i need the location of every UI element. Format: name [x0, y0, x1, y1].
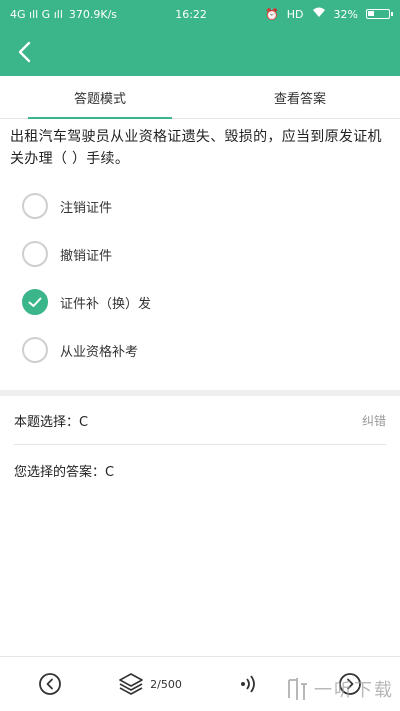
back-button[interactable]	[0, 28, 48, 76]
watermark-text: 一听下载	[314, 680, 394, 701]
report-error-link[interactable]: 纠错	[362, 412, 386, 429]
option-label: 撤销证件	[60, 248, 113, 264]
radio-unchecked-icon	[22, 337, 48, 363]
tab-view-answer[interactable]: 查看答案	[200, 76, 400, 118]
option-c[interactable]: 证件补（换）发	[0, 278, 400, 326]
network-speed: 370.9K/s	[68, 7, 118, 21]
progress-counter: 2/500	[150, 677, 182, 691]
clock: 16:22	[175, 7, 207, 21]
option-b[interactable]: 撤销证件	[0, 230, 400, 278]
battery-level	[367, 11, 374, 16]
battery-percent: 32%	[333, 7, 358, 21]
hd-indicator: HD	[286, 7, 304, 21]
status-bar: 4G ıll G ıll 370.9K/s 16:22 ⏰ HD 32%	[0, 0, 400, 28]
prev-circle-icon	[39, 673, 61, 695]
answer-options: 注销证件 撤销证件 证件补（换）发 从业资格补考	[0, 182, 400, 374]
question-text: 出租汽车驾驶员从业资格证遗失、毁损的，应当到原发证机关办理（ ）手续。	[10, 129, 382, 167]
battery-icon	[365, 9, 393, 19]
chevron-left-icon	[18, 41, 31, 63]
option-label: 注销证件	[60, 200, 113, 216]
alarm-icon: ⏰	[265, 7, 279, 21]
wifi-icon	[312, 7, 326, 21]
option-a[interactable]: 注销证件	[0, 182, 400, 230]
tab-label: 答题模式	[73, 91, 126, 107]
watermark-logo-icon	[288, 678, 307, 700]
option-d[interactable]: 从业资格补考	[0, 326, 400, 374]
prev-question-button[interactable]	[0, 672, 100, 696]
your-answer-row: 您选择的答案：C	[14, 446, 386, 494]
watermark: 一听下载	[284, 676, 394, 702]
radio-unchecked-icon	[22, 193, 48, 219]
your-answer-text: 您选择的答案：C	[14, 464, 115, 480]
tab-label: 查看答案	[273, 91, 326, 107]
option-label: 从业资格补考	[60, 344, 139, 360]
mode-tabs: 答题模式 查看答案	[0, 76, 400, 119]
check-icon	[22, 289, 48, 315]
correct-answer-row: 本题选择：C 纠错	[14, 396, 386, 445]
tab-answer-mode[interactable]: 答题模式	[0, 76, 200, 119]
option-label: 证件补（换）发	[60, 296, 152, 312]
app-bar	[0, 28, 400, 76]
network-signal: 4G ıll G ıll	[10, 7, 63, 21]
radio-unchecked-icon	[22, 241, 48, 267]
layers-icon	[119, 673, 143, 695]
question-list-button[interactable]: 2/500	[100, 672, 200, 696]
audio-icon	[241, 675, 255, 693]
correct-answer-text: 本题选择：C	[14, 414, 89, 430]
